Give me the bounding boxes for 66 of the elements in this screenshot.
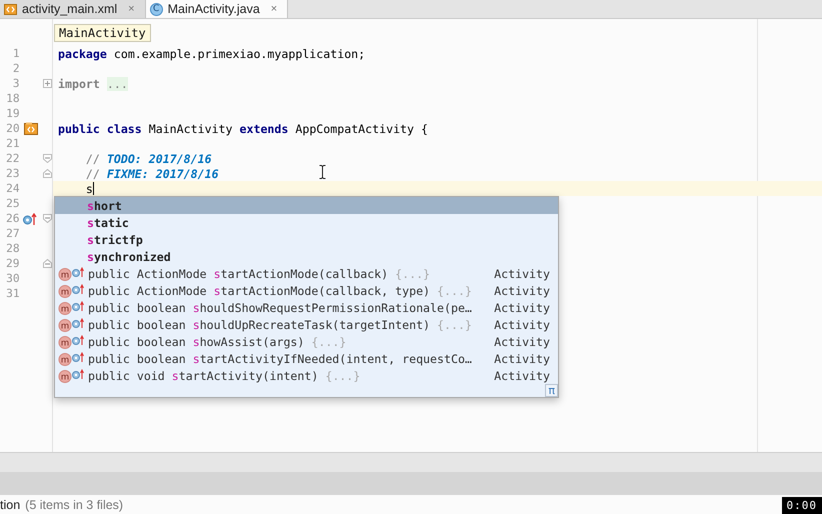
method-owner: Activity <box>494 318 551 332</box>
fold-marker-icon[interactable] <box>43 214 52 223</box>
circle-arrow-icon <box>23 212 38 224</box>
close-icon[interactable]: × <box>270 3 278 15</box>
completion-item[interactable]: strictfp <box>55 231 558 248</box>
method-signature: public boolean shouldShowRequestPermissionRationale(pe… <box>88 300 473 314</box>
line-number: 31 <box>5 287 20 300</box>
code-line: import ... <box>58 76 128 90</box>
method-owner: Activity <box>494 284 551 298</box>
editor-tab[interactable]: activity_main.xml × <box>0 0 146 18</box>
line-number: 1 <box>12 47 20 60</box>
line-number: 2 <box>12 62 20 75</box>
completion-item[interactable]: static <box>55 214 558 231</box>
completion-item[interactable]: m public ActionMode startActionMode(callback, type) {...} Activity <box>55 282 558 299</box>
xml-file-icon <box>4 2 17 16</box>
line-number: 28 <box>5 242 20 255</box>
line-number: 18 <box>5 92 20 105</box>
code-line: public class MainActivity extends AppCompatActivity { <box>58 122 428 136</box>
code-line: // TODO: 2017/8/16 <box>84 152 212 166</box>
method-signature: public ActionMode startActionMode(callback) {...} <box>88 266 432 280</box>
breadcrumb[interactable]: MainActivity <box>54 24 151 42</box>
completion-item[interactable]: m public boolean startActivityIfNeeded(intent, requestCo… Activity <box>55 350 558 367</box>
class-icon: C <box>150 2 163 16</box>
line-number: 24 <box>5 182 20 195</box>
editor-tab[interactable]: C MainActivity.java × <box>146 0 288 18</box>
code-line: package com.example.primexiao.myapplication; <box>58 46 366 60</box>
line-number: 25 <box>5 197 20 210</box>
recording-timer: 0:00 <box>782 497 822 514</box>
status-detail: (5 items in 3 files) <box>25 498 124 512</box>
method-signature: public boolean startActivityIfNeeded(intent, requestCo… <box>88 352 473 366</box>
code-line: // FIXME: 2017/8/16 <box>84 166 219 180</box>
line-number: 22 <box>4 152 20 165</box>
line-number: 29 <box>4 257 20 270</box>
line-number: 20 <box>5 122 20 135</box>
method-owner: Activity <box>494 334 551 348</box>
fold-marker-icon[interactable] <box>43 169 52 178</box>
method-owner: Activity <box>494 368 551 382</box>
completion-item[interactable]: m public boolean shouldShowRequestPermissionRationale(pe… Activity <box>55 299 558 316</box>
line-number: 3 <box>12 77 20 90</box>
fold-expand-icon[interactable] <box>43 79 52 88</box>
method-owner: Activity <box>494 266 551 280</box>
code-line: s <box>84 182 93 196</box>
completion-item[interactable]: m public ActionMode startActionMode(callback) {...} Activity <box>55 265 558 282</box>
completion-item[interactable]: m public boolean showAssist(args) {...} Activity <box>55 333 558 350</box>
line-number: 21 <box>5 137 20 150</box>
line-number: 19 <box>5 107 20 120</box>
line-number: 27 <box>5 227 20 240</box>
line-number: 30 <box>5 272 20 285</box>
method-signature: public boolean shouldUpRecreateTask(targetIntent) {...} <box>88 318 473 332</box>
method-signature: public void startActivity(intent) {...} <box>88 368 362 382</box>
fold-marker-icon[interactable] <box>43 259 52 268</box>
ibeam-cursor-icon <box>319 165 326 179</box>
completion-item[interactable]: synchronized <box>55 248 558 265</box>
status-text: tion <box>0 498 20 512</box>
completion-item[interactable]: m public void startActivity(intent) {...} Activity <box>55 367 558 384</box>
class-file-icon <box>24 122 38 135</box>
method-signature: public boolean showAssist(args) {...} <box>88 334 348 348</box>
method-owner: Activity <box>494 352 551 366</box>
completion-item[interactable]: short <box>55 197 558 214</box>
completion-item[interactable]: m public boolean shouldUpRecreateTask(targetIntent) {...} Activity <box>55 316 558 333</box>
line-number: 23 <box>4 167 20 180</box>
fold-marker-icon[interactable] <box>43 154 52 163</box>
method-signature: public ActionMode startActionMode(callback, type) {...} <box>88 284 473 298</box>
method-owner: Activity <box>494 300 551 314</box>
line-number: 26 <box>4 212 20 225</box>
pi-icon[interactable]: π <box>545 384 558 397</box>
